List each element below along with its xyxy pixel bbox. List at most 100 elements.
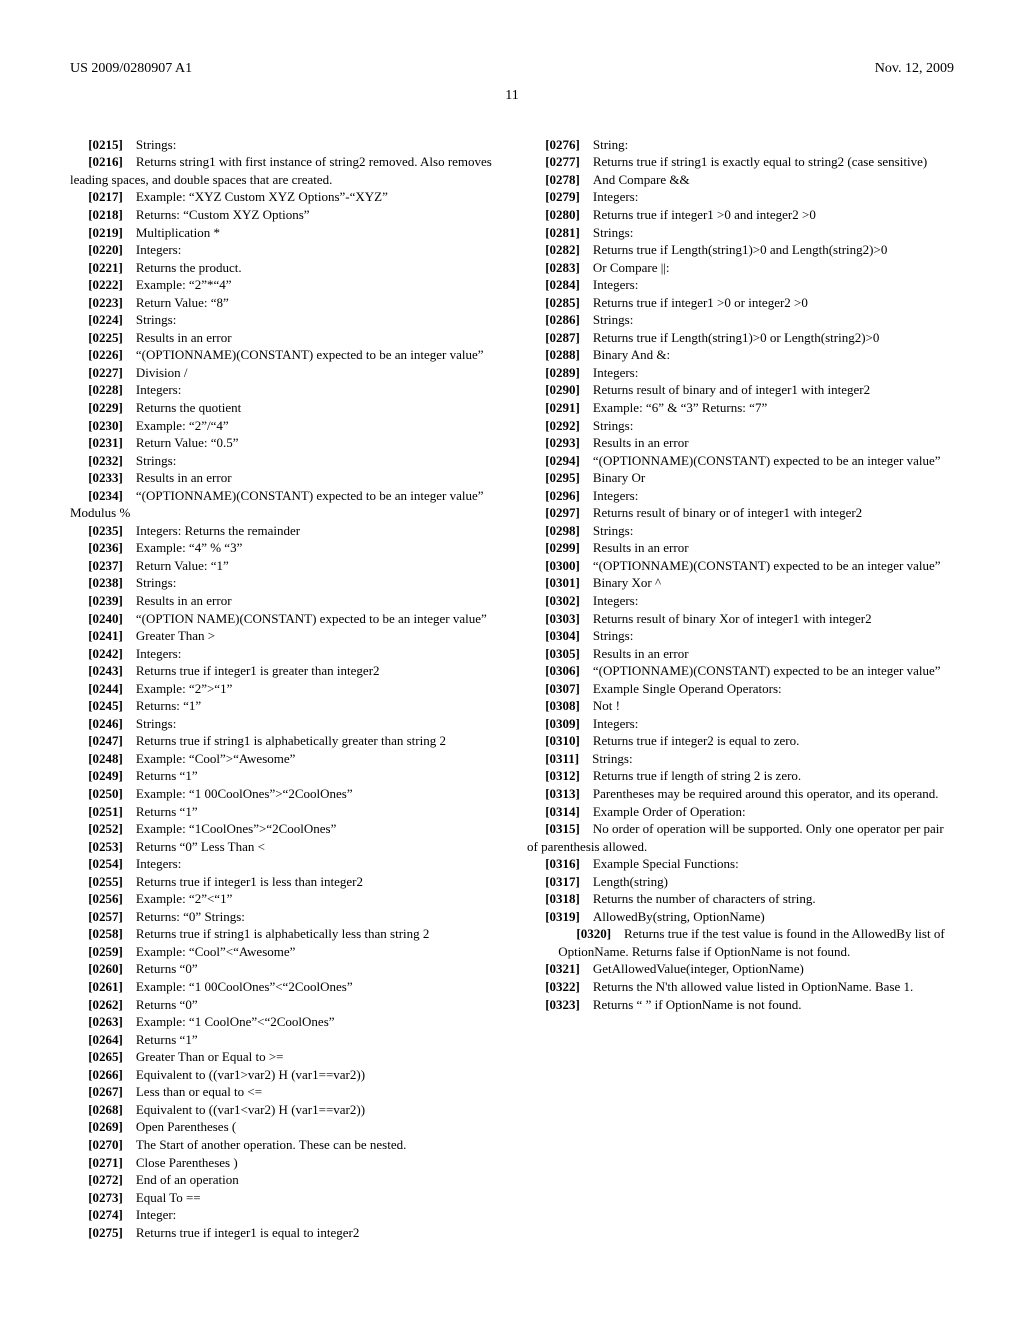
paragraph-text: Returns true if integer1 >0 and integer2… — [593, 207, 816, 222]
paragraph-text: Integers: — [593, 593, 638, 608]
paragraph: [0264]Returns “1” — [70, 1031, 497, 1049]
paragraph-number: [0286] — [545, 312, 593, 327]
paragraph-text: “(OPTIONNAME)(CONSTANT) expected to be a… — [593, 453, 941, 468]
paragraph: [0270]The Start of another operation. Th… — [70, 1136, 497, 1154]
paragraph-number: [0272] — [88, 1172, 136, 1187]
paragraph-number: [0302] — [545, 593, 593, 608]
paragraph-number: [0234] — [88, 488, 136, 503]
paragraph-number: [0260] — [88, 961, 136, 976]
paragraph-number: [0218] — [88, 207, 136, 222]
paragraph-number: [0224] — [88, 312, 136, 327]
paragraph-number: [0227] — [88, 365, 136, 380]
paragraph: [0322]Returns the N'th allowed value lis… — [527, 978, 954, 996]
paragraph-text: Strings: — [593, 523, 633, 538]
paragraph-number: [0323] — [545, 997, 593, 1012]
paragraph: [0294]“(OPTIONNAME)(CONSTANT) expected t… — [527, 452, 954, 470]
paragraph-text: Open Parentheses ( — [136, 1119, 236, 1134]
paragraph-number: [0285] — [545, 295, 593, 310]
page-number: 11 — [70, 87, 954, 106]
paragraph: [0242]Integers: — [70, 645, 497, 663]
paragraph: [0225]Results in an error — [70, 329, 497, 347]
paragraph: [0219]Multiplication * — [70, 224, 497, 242]
paragraph-number: [0263] — [88, 1014, 136, 1029]
paragraph-number: [0236] — [88, 540, 136, 555]
paragraph-text: Returns: “Custom XYZ Options” — [136, 207, 310, 222]
paragraph: [0291]Example: “6” & “3” Returns: “7” — [527, 399, 954, 417]
paragraph: [0301]Binary Xor ^ — [527, 574, 954, 592]
paragraph: [0267]Less than or equal to <= — [70, 1083, 497, 1101]
paragraph: [0298]Strings: — [527, 522, 954, 540]
paragraph: [0241]Greater Than > — [70, 627, 497, 645]
paragraph-text: Returns true if Length(string1)>0 or Len… — [593, 330, 880, 345]
paragraph-number: [0220] — [88, 242, 136, 257]
paragraph: [0323]Returns “ ” if OptionName is not f… — [527, 996, 954, 1014]
paragraph: [0316]Example Special Functions: — [527, 855, 954, 873]
paragraph-text: Results in an error — [136, 470, 232, 485]
paragraph-number: [0299] — [545, 540, 593, 555]
paragraph-text: Returns “1” — [136, 1032, 198, 1047]
paragraph-number: [0258] — [88, 926, 136, 941]
paragraph-number: [0284] — [545, 277, 593, 292]
paragraph: [0246]Strings: — [70, 715, 497, 733]
paragraph: [0266]Equivalent to ((var1>var2) H (var1… — [70, 1066, 497, 1084]
paragraph-text: Returns result of binary or of integer1 … — [593, 505, 862, 520]
paragraph-number: [0221] — [88, 260, 136, 275]
paragraph-text: Division / — [136, 365, 188, 380]
paragraph: [0224]Strings: — [70, 311, 497, 329]
paragraph: [0233]Results in an error — [70, 469, 497, 487]
paragraph: [0285]Returns true if integer1 >0 or int… — [527, 294, 954, 312]
paragraph: [0230]Example: “2”/“4” — [70, 417, 497, 435]
paragraph-number: [0228] — [88, 382, 136, 397]
paragraph: [0239]Results in an error — [70, 592, 497, 610]
paragraph-text: Integer: — [136, 1207, 176, 1222]
paragraph-number: [0280] — [545, 207, 593, 222]
paragraph-number: [0256] — [88, 891, 136, 906]
paragraph-number: [0250] — [88, 786, 136, 801]
paragraph: [0268]Equivalent to ((var1<var2) H (var1… — [70, 1101, 497, 1119]
paragraph-text: Returns true if length of string 2 is ze… — [593, 768, 801, 783]
paragraph: [0235]Integers: Returns the remainder — [70, 522, 497, 540]
paragraph: [0319]AllowedBy(string, OptionName) — [527, 908, 954, 926]
paragraph-text: Strings: — [593, 628, 633, 643]
paragraph-text: Returns “0” — [136, 997, 198, 1012]
paragraph: [0307]Example Single Operand Operators: — [527, 680, 954, 698]
paragraph: [0293]Results in an error — [527, 434, 954, 452]
paragraph-text: Example Order of Operation: — [593, 804, 746, 819]
paragraph: [0216]Returns string1 with first instanc… — [70, 153, 497, 188]
paragraph-number: [0304] — [545, 628, 593, 643]
paragraph: [0234]“(OPTIONNAME)(CONSTANT) expected t… — [70, 487, 497, 522]
paragraph: [0287]Returns true if Length(string1)>0 … — [527, 329, 954, 347]
paragraph-text: Example: “2”/“4” — [136, 418, 229, 433]
paragraph-text: And Compare && — [593, 172, 690, 187]
paragraph: [0299]Results in an error — [527, 539, 954, 557]
paragraph-text: Example: “Cool”<“Awesome” — [136, 944, 296, 959]
paragraph: [0272]End of an operation — [70, 1171, 497, 1189]
paragraph-number: [0253] — [88, 839, 136, 854]
paragraph: [0289]Integers: — [527, 364, 954, 382]
paragraph-number: [0239] — [88, 593, 136, 608]
paragraph-number: [0271] — [88, 1155, 136, 1170]
paragraph: [0254]Integers: — [70, 855, 497, 873]
paragraph: [0302]Integers: — [527, 592, 954, 610]
paragraph-text: Strings: — [136, 137, 176, 152]
paragraph: [0283]Or Compare ||: — [527, 259, 954, 277]
paragraph-number: [0216] — [88, 154, 136, 169]
paragraph-text: Returns: “1” — [136, 698, 201, 713]
paragraph-number: [0215] — [88, 137, 136, 152]
paragraph-number: [0235] — [88, 523, 136, 538]
paragraph-number: [0273] — [88, 1190, 136, 1205]
paragraph-number: [0246] — [88, 716, 136, 731]
paragraph-text: Returns the quotient — [136, 400, 241, 415]
paragraph-number: [0296] — [545, 488, 593, 503]
paragraph: [0217]Example: “XYZ Custom XYZ Options”-… — [70, 188, 497, 206]
paragraph: [0271]Close Parentheses ) — [70, 1154, 497, 1172]
paragraph-number: [0259] — [88, 944, 136, 959]
paragraph-text: Example Special Functions: — [593, 856, 739, 871]
paragraph: [0222]Example: “2”*“4” — [70, 276, 497, 294]
paragraph: [0308]Not ! — [527, 697, 954, 715]
paragraph: [0273]Equal To == — [70, 1189, 497, 1207]
paragraph: [0320]Returns true if the test value is … — [558, 925, 954, 960]
paragraph-number: [0309] — [545, 716, 593, 731]
paragraph-number: [0301] — [545, 575, 593, 590]
paragraph-text: Strings: — [592, 751, 632, 766]
